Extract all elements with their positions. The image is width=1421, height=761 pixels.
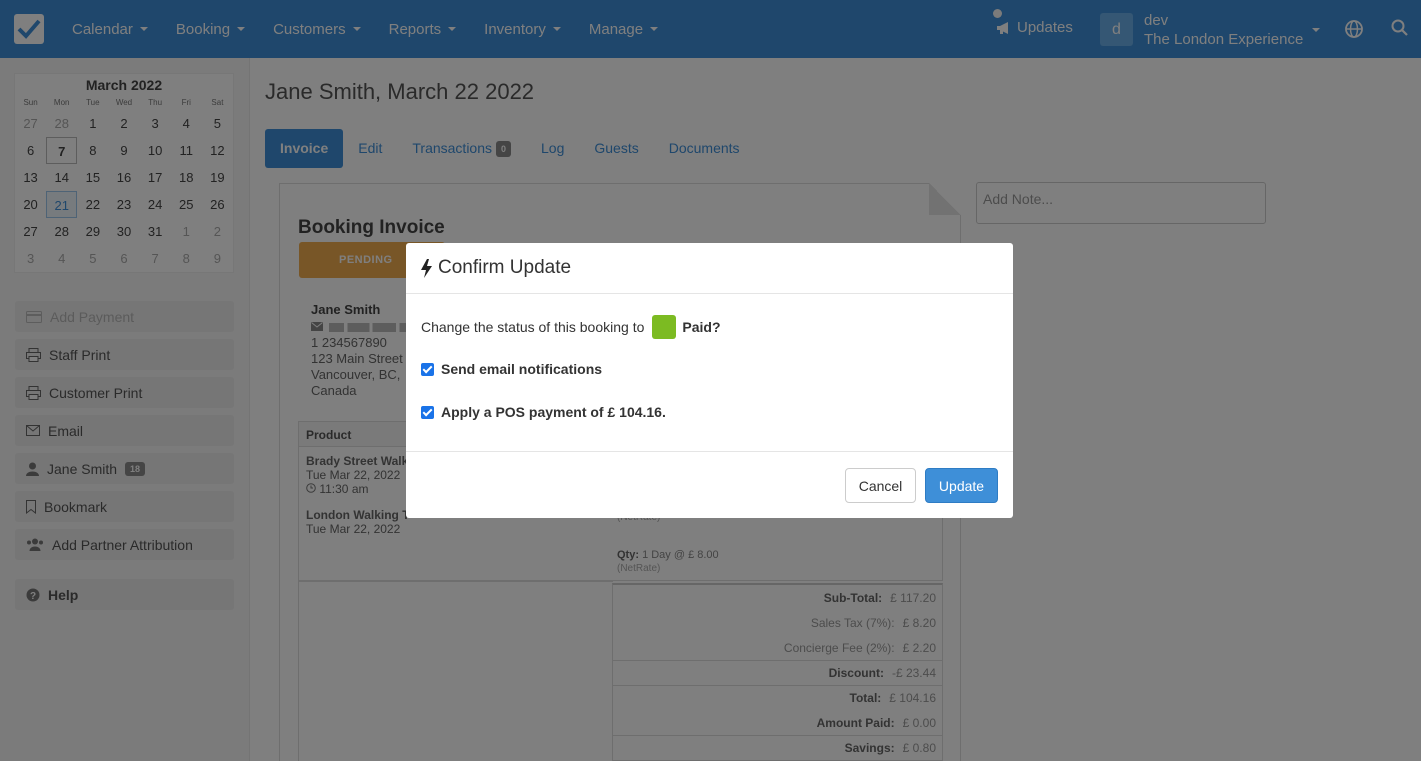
dialog-footer: Cancel Update bbox=[406, 452, 1013, 517]
dialog-body: Change the status of this booking to Pai… bbox=[406, 294, 1013, 452]
status-color-swatch bbox=[652, 315, 677, 339]
question-text: Change the status of this booking to bbox=[421, 319, 645, 335]
checkbox-checked-icon[interactable] bbox=[421, 362, 434, 376]
cancel-button[interactable]: Cancel bbox=[845, 468, 916, 503]
checkbox-checked-icon[interactable] bbox=[421, 405, 434, 419]
new-status-label: Paid? bbox=[682, 319, 721, 335]
confirm-update-dialog: Confirm Update Change the status of this… bbox=[406, 243, 1013, 518]
pos-payment-checkbox[interactable]: Apply a POS payment of £ 104.16. bbox=[421, 404, 666, 420]
dialog-header: Confirm Update bbox=[406, 243, 1013, 294]
update-button[interactable]: Update bbox=[925, 468, 998, 503]
dialog-title: Confirm Update bbox=[438, 257, 572, 278]
send-email-label[interactable]: Send email notifications bbox=[441, 361, 602, 377]
status-question: Change the status of this booking to Pai… bbox=[421, 315, 721, 339]
send-email-checkbox[interactable]: Send email notifications bbox=[421, 361, 602, 377]
bolt-icon bbox=[421, 258, 432, 278]
pos-payment-label[interactable]: Apply a POS payment of £ 104.16. bbox=[441, 404, 666, 420]
